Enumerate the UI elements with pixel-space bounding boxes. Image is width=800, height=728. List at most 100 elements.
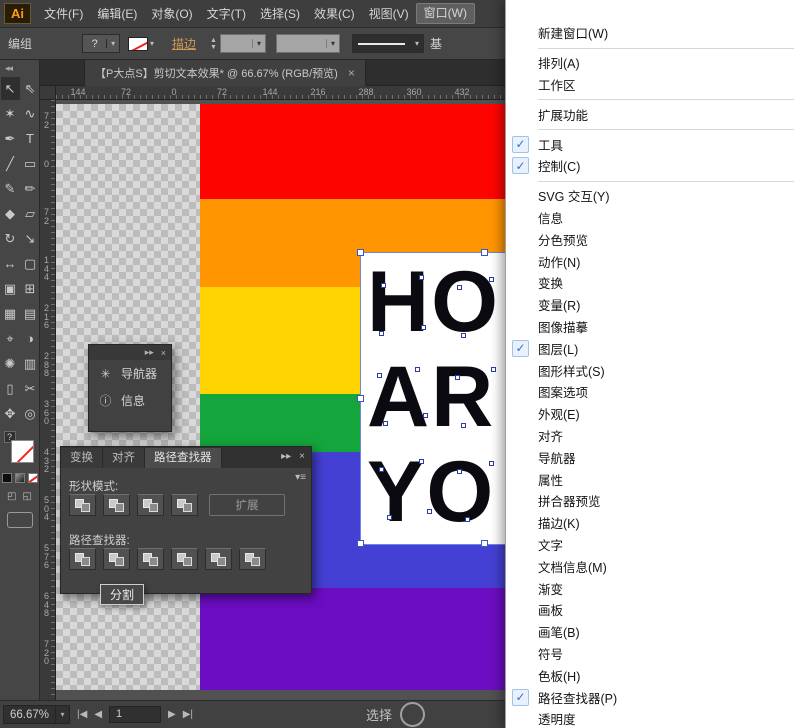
draw-behind-icon[interactable]: ◱ bbox=[23, 491, 32, 502]
rectangle-tool-button[interactable]: ▭ bbox=[21, 152, 40, 175]
magic-wand-tool-button[interactable]: ✶ bbox=[1, 102, 20, 125]
tab-对齐[interactable]: 对齐 bbox=[103, 448, 145, 468]
window-menu-item[interactable]: 描边(K) bbox=[506, 512, 800, 534]
shape-builder-tool-button[interactable]: ▣ bbox=[1, 277, 20, 300]
window-menu-item[interactable]: 图案选项 bbox=[506, 381, 800, 403]
screen-mode-button[interactable] bbox=[7, 512, 33, 528]
scale-tool-button[interactable]: ↘ bbox=[21, 227, 40, 250]
window-menu-item[interactable]: 信息 bbox=[506, 207, 800, 229]
window-menu-item[interactable]: 导航器 bbox=[506, 446, 800, 468]
unite-button[interactable] bbox=[69, 494, 96, 516]
menubar-item[interactable]: 效果(C) bbox=[307, 3, 362, 25]
stroke-none-swatch[interactable] bbox=[11, 440, 34, 463]
window-menu-item[interactable]: ✓控制(C) bbox=[506, 155, 800, 177]
color-fill-button[interactable] bbox=[2, 473, 12, 483]
stripe-purple[interactable] bbox=[200, 588, 505, 690]
trim-button[interactable] bbox=[103, 548, 130, 570]
column-graph-tool-button[interactable]: ▥ bbox=[21, 352, 40, 375]
stroke-link[interactable]: 描边 bbox=[172, 35, 196, 52]
gradient-tool-button[interactable]: ▤ bbox=[21, 302, 40, 325]
expand-button[interactable]: 扩展 bbox=[209, 494, 285, 516]
collapse-panel-icon[interactable]: ◂◂ bbox=[0, 60, 39, 76]
window-menu-item[interactable]: 排列(A) bbox=[506, 52, 800, 74]
window-menu-item[interactable]: 属性 bbox=[506, 468, 800, 490]
minus-back-button[interactable] bbox=[239, 548, 266, 570]
blob-brush-tool-button[interactable]: ◆ bbox=[1, 202, 20, 225]
window-menu-item[interactable]: 符号 bbox=[506, 643, 800, 665]
window-menu-item[interactable]: 分色预览 bbox=[506, 228, 800, 250]
window-menu-item[interactable]: 扩展功能 bbox=[506, 103, 800, 125]
first-artboard-button[interactable]: |◀ bbox=[77, 709, 87, 720]
next-artboard-button[interactable]: ▶ bbox=[168, 709, 176, 720]
window-menu-item[interactable]: ✓工具 bbox=[506, 133, 800, 155]
menubar-item[interactable]: 对象(O) bbox=[144, 3, 199, 25]
stripe-red[interactable] bbox=[200, 104, 505, 199]
window-menu-item[interactable]: SVG 交互(Y) bbox=[506, 185, 800, 207]
close-icon[interactable]: × bbox=[348, 66, 355, 80]
zoom-tool-button[interactable]: ◎ bbox=[21, 402, 40, 425]
minus-front-button[interactable] bbox=[103, 494, 130, 516]
window-menu-item[interactable]: ✓图层(L) bbox=[506, 337, 800, 359]
window-menu-item[interactable]: 渐变 bbox=[506, 577, 800, 599]
window-menu-item[interactable]: 文档信息(M) bbox=[506, 555, 800, 577]
window-menu-item[interactable]: 拼合器预览 bbox=[506, 490, 800, 512]
document-tab[interactable]: 【P大点S】剪切文本效果* @ 66.67% (RGB/预览) × bbox=[84, 60, 366, 86]
window-menu-item[interactable]: 色板(H) bbox=[506, 664, 800, 686]
stroke-weight-stepper[interactable]: ▲▼ bbox=[210, 37, 217, 51]
selection-tool-button[interactable]: ↖ bbox=[1, 77, 20, 100]
selection-handle[interactable] bbox=[357, 540, 364, 547]
tab-变换[interactable]: 变换 bbox=[61, 448, 103, 468]
menubar-item[interactable]: 窗口(W) bbox=[416, 3, 475, 24]
selection-handle[interactable] bbox=[357, 249, 364, 256]
none-fill-button[interactable] bbox=[28, 473, 38, 483]
brush-definition-dropdown[interactable]: ▾ bbox=[352, 34, 424, 53]
paintbrush-tool-button[interactable]: ✎ bbox=[1, 177, 20, 200]
pen-tool-button[interactable]: ✒ bbox=[1, 127, 20, 150]
appearance-dropdown[interactable]: ? ▾ bbox=[82, 34, 120, 53]
window-menu-item[interactable]: 文字 bbox=[506, 534, 800, 556]
hand-tool-button[interactable]: ✥ bbox=[1, 402, 20, 425]
window-menu-item[interactable]: 图像描摹 bbox=[506, 316, 800, 338]
menubar-item[interactable]: 文件(F) bbox=[37, 3, 90, 25]
expand-panel-icon[interactable]: ▸▸ bbox=[281, 451, 291, 462]
lasso-tool-button[interactable]: ∿ bbox=[21, 102, 40, 125]
rotate-tool-button[interactable]: ↻ bbox=[1, 227, 20, 250]
panel-row-信息[interactable]: ⓘ信息 bbox=[89, 387, 171, 414]
blend-tool-button[interactable]: ◑ bbox=[21, 327, 40, 350]
eraser-tool-button[interactable]: ▱ bbox=[21, 202, 40, 225]
ruler-vertical[interactable]: 72072144216288360432504576648720 bbox=[40, 100, 56, 700]
fill-color-control[interactable]: ▾ bbox=[128, 37, 154, 51]
mesh-tool-button[interactable]: ▦ bbox=[1, 302, 20, 325]
outline-button[interactable] bbox=[205, 548, 232, 570]
close-icon[interactable]: × bbox=[299, 451, 305, 462]
artboard-number-field[interactable]: 1 bbox=[109, 706, 161, 723]
zoom-level-dropdown[interactable]: 66.67% ▾ bbox=[3, 705, 70, 724]
selection-handle[interactable] bbox=[357, 395, 364, 402]
eyedropper-tool-button[interactable]: ⌖ bbox=[1, 327, 20, 350]
window-menu-item[interactable]: 动作(N) bbox=[506, 250, 800, 272]
type-tool-button[interactable]: T bbox=[21, 127, 40, 150]
tab-路径查找器[interactable]: 路径查找器 bbox=[145, 448, 222, 468]
pencil-tool-button[interactable]: ✏ bbox=[21, 177, 40, 200]
symbol-sprayer-tool-button[interactable]: ✺ bbox=[1, 352, 20, 375]
crop-button[interactable] bbox=[171, 548, 198, 570]
window-menu-item[interactable]: 工作区 bbox=[506, 74, 800, 96]
selection-handle[interactable] bbox=[481, 540, 488, 547]
panel-menu-icon[interactable]: ▾≡ bbox=[295, 472, 306, 483]
window-menu-item[interactable]: 变换 bbox=[506, 272, 800, 294]
direct-selection-tool-button[interactable]: ⇖ bbox=[21, 77, 40, 100]
draw-normal-icon[interactable]: ◰ bbox=[7, 491, 16, 502]
window-menu-item[interactable]: 画笔(B) bbox=[506, 621, 800, 643]
width-tool-button[interactable]: ↔ bbox=[1, 252, 20, 275]
menubar-item[interactable]: 编辑(E) bbox=[90, 3, 144, 25]
stroke-weight-dropdown[interactable]: ▾ bbox=[220, 34, 266, 53]
perspective-grid-tool-button[interactable]: ⊞ bbox=[21, 277, 40, 300]
artboard-tool-button[interactable]: ▯ bbox=[1, 377, 20, 400]
window-menu-item[interactable]: 图形样式(S) bbox=[506, 359, 800, 381]
selected-artwork[interactable]: HOARYO bbox=[360, 252, 505, 545]
exclude-button[interactable] bbox=[171, 494, 198, 516]
prev-artboard-button[interactable]: ◀ bbox=[94, 709, 102, 720]
close-icon[interactable]: × bbox=[161, 348, 166, 358]
intersect-button[interactable] bbox=[137, 494, 164, 516]
window-menu-item[interactable]: 外观(E) bbox=[506, 403, 800, 425]
